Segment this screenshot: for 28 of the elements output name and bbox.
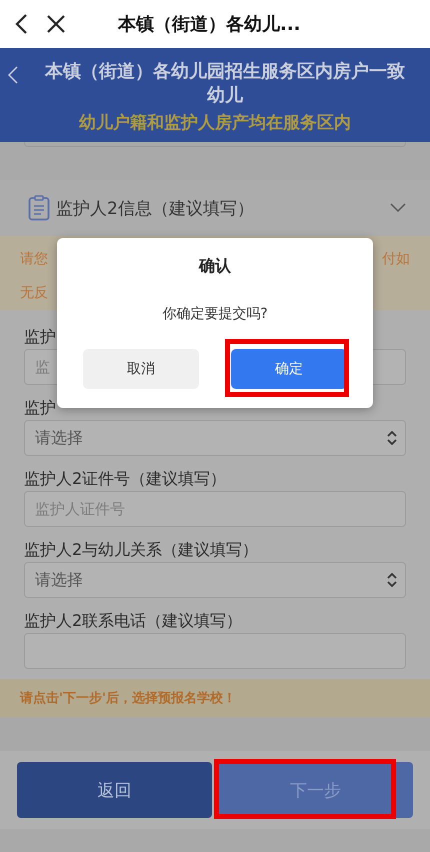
back-icon[interactable] xyxy=(14,13,28,35)
close-icon[interactable] xyxy=(46,14,66,34)
page-subtitle: 幼儿户籍和监护人房产均在服务区内 xyxy=(78,112,352,134)
confirm-button[interactable]: 确定 xyxy=(231,349,347,389)
chevron-down-icon xyxy=(390,203,406,213)
field-label: 监护 xyxy=(24,399,57,417)
dialog-title: 确认 xyxy=(198,256,232,277)
select-value: 请选择 xyxy=(35,570,83,590)
hint-text: 请点击'下一步'后，选择预报名学校！ xyxy=(0,679,430,717)
field-label: 监护 xyxy=(24,328,57,346)
notice-text: 付如 xyxy=(382,250,410,268)
select-field[interactable]: 请选择 xyxy=(24,562,406,598)
field-label: 监护人2证件号（建议填写） xyxy=(24,470,228,488)
select-value: 请选择 xyxy=(35,428,83,448)
notice-text: 请您 xyxy=(20,250,48,268)
cancel-button[interactable]: 取消 xyxy=(83,349,199,389)
back-button[interactable]: 返回 xyxy=(17,762,212,818)
clipboard-icon xyxy=(28,195,50,221)
select-field[interactable]: 请选择 xyxy=(24,420,406,456)
updown-icon xyxy=(387,573,397,587)
page-title: 本镇（街道）各幼儿园招生服务区内房户一致幼儿 xyxy=(44,60,406,108)
window-title: 本镇（街道）各幼儿... xyxy=(118,13,301,36)
notice-text: 无反 xyxy=(20,284,48,302)
dialog-message: 你确定要提交吗? xyxy=(161,305,269,323)
field-label: 监护人2与幼儿关系（建议填写） xyxy=(24,541,260,559)
updown-icon xyxy=(387,431,397,445)
field-label: 监护人2联系电话（建议填写） xyxy=(24,612,244,630)
section-title: 监护人2信息（建议填写） xyxy=(56,198,255,220)
